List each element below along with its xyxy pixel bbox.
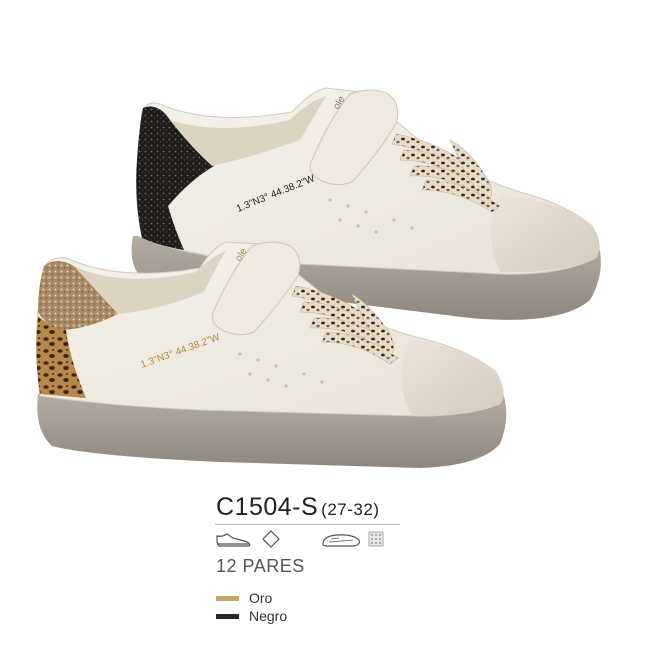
size-range: (27-32) <box>321 500 380 519</box>
color-option-oro: Oro <box>216 589 272 607</box>
back-sneaker-toe <box>491 196 599 273</box>
front-sneaker-toe <box>401 340 503 416</box>
color-option-negro: Negro <box>216 607 287 625</box>
color-label-oro: Oro <box>249 590 273 606</box>
color-label-negro: Negro <box>249 608 288 624</box>
sole-icon <box>322 534 360 547</box>
product-code: C1504-S <box>216 493 319 521</box>
product-code-line: C1504-S (27-32) <box>216 493 379 523</box>
product-photo: ole 1.3"N3° 44.38.2"W ole 1.3"N3° 44.38.… <box>35 87 601 468</box>
color-swatch-negro <box>216 613 239 619</box>
diamond-icon <box>262 530 280 548</box>
divider <box>215 524 400 525</box>
color-swatch-oro <box>216 595 239 601</box>
pairs-count: 12 PARES <box>216 556 305 576</box>
feature-icons <box>216 530 384 548</box>
sneaker-icon <box>216 533 251 547</box>
texture-icon <box>368 531 384 547</box>
